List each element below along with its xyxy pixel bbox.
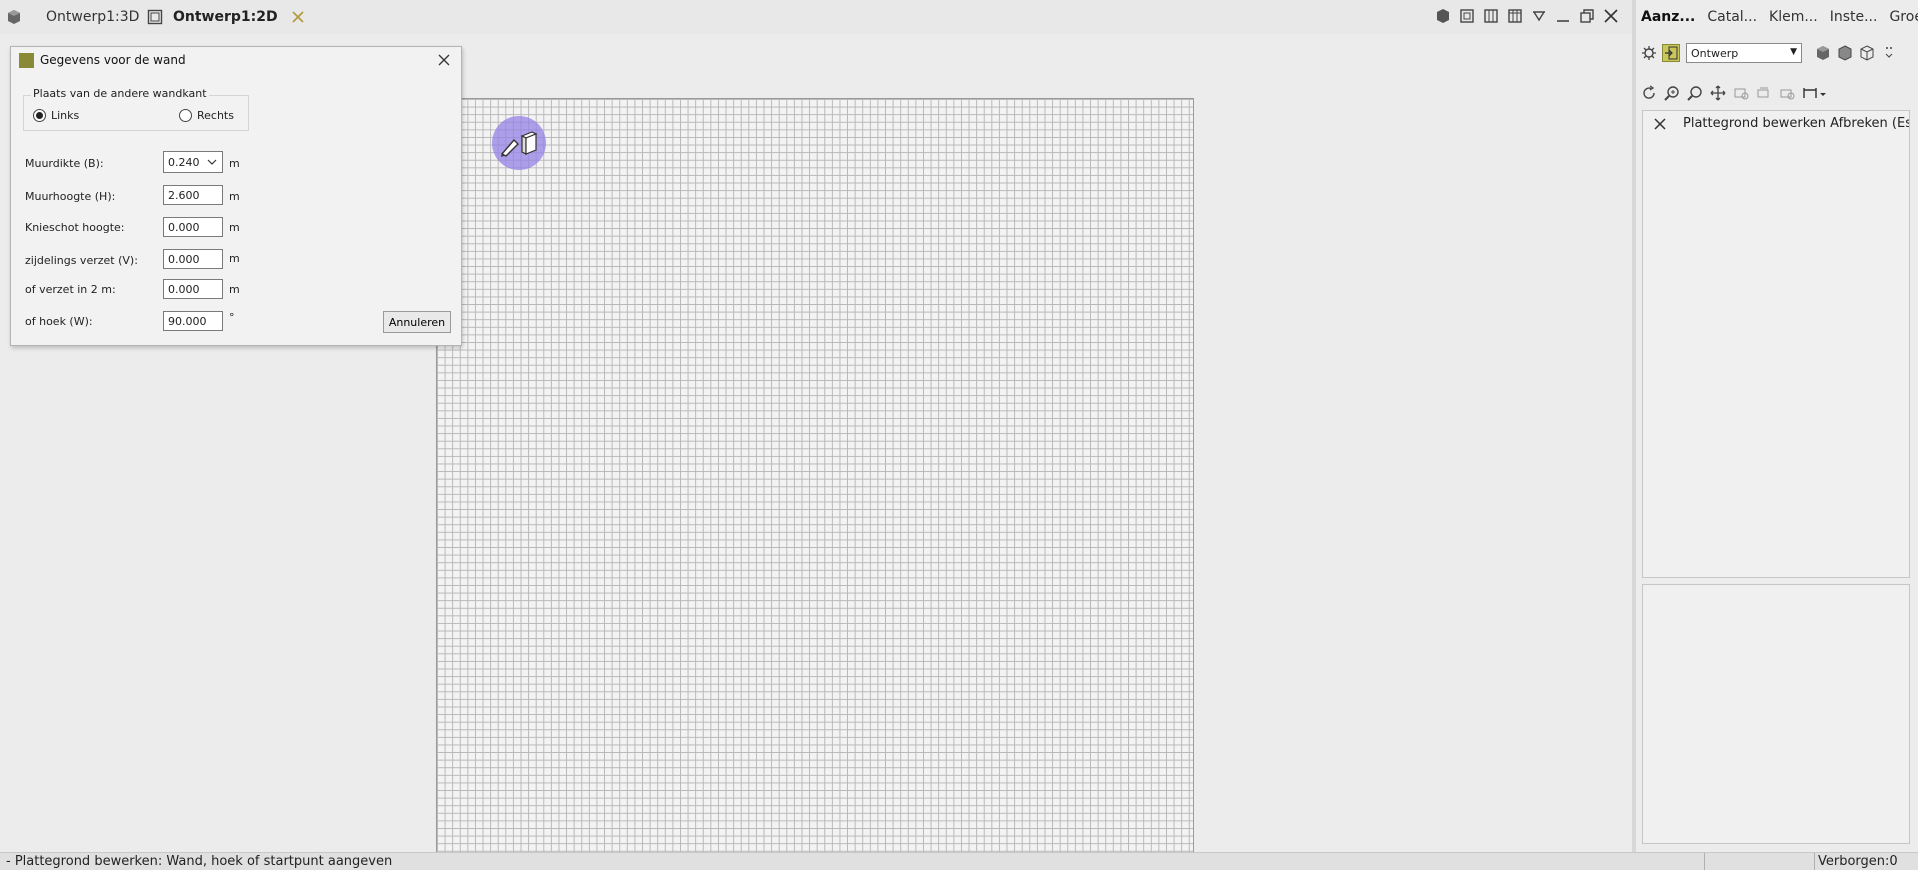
instruction-panel: Plattegrond bewerken Afbreken (Esc xyxy=(1642,110,1910,578)
view-mode-toolbar: Ontwerp ▼ xyxy=(1640,42,1916,64)
dialog-title: Gegevens voor de wand xyxy=(40,53,186,67)
close-icon[interactable] xyxy=(435,51,453,69)
wall-height-unit: m xyxy=(229,190,240,203)
radio-links[interactable]: Links xyxy=(33,109,79,122)
undo-view-icon[interactable] xyxy=(1755,84,1773,102)
gear-icon[interactable] xyxy=(1640,44,1658,62)
knee-wall-height-unit: m xyxy=(229,221,240,234)
navigation-toolbar xyxy=(1640,82,1916,104)
filter-dropdown-icon[interactable] xyxy=(1530,7,1548,25)
wall-draw-cursor-icon xyxy=(498,128,542,158)
status-message: - Plattegrond bewerken: Wand, hoek of st… xyxy=(6,854,393,869)
status-divider xyxy=(1814,853,1815,870)
offset-2m-unit: m xyxy=(229,283,240,296)
dimension-dropdown-icon[interactable] xyxy=(1801,84,1829,102)
single-view-icon[interactable] xyxy=(1458,7,1476,25)
cube-shaded-icon[interactable] xyxy=(1836,44,1854,62)
offset-2m-label: of verzet in 2 m: xyxy=(25,283,116,296)
cancel-button[interactable]: Annuleren xyxy=(383,311,451,333)
tab-aanzicht[interactable]: Aanz... xyxy=(1641,9,1695,25)
wall-height-label: Muurhoogte (H): xyxy=(25,190,116,203)
close-icon[interactable] xyxy=(1653,117,1667,131)
tab-groepen[interactable]: Groe... xyxy=(1889,9,1918,25)
properties-panel xyxy=(1642,584,1910,844)
tab-label: Ontwerp1:3D xyxy=(46,9,140,25)
chevron-down-icon: ▼ xyxy=(1790,47,1797,57)
split-columns-icon[interactable] xyxy=(1506,7,1524,25)
app-icon xyxy=(19,52,34,68)
radio-rechts[interactable]: Rechts xyxy=(179,109,234,122)
radio-links-label: Links xyxy=(51,109,80,122)
tab-catalogus[interactable]: Catal... xyxy=(1707,9,1757,25)
cube-wireframe-icon[interactable] xyxy=(1858,44,1876,62)
side-panel-tabs: Aanz... Catal... Klem... Inste... Groe..… xyxy=(1636,0,1918,34)
angle-unit: ° xyxy=(229,311,235,324)
status-bar: - Plattegrond bewerken: Wand, hoek of st… xyxy=(0,852,1918,870)
tab-ontwerp-2d[interactable]: Ontwerp1:2D xyxy=(147,0,306,34)
cube-solid-icon[interactable] xyxy=(1814,44,1832,62)
plan-view-icon xyxy=(147,9,163,25)
close-view-icon[interactable] xyxy=(1602,7,1620,25)
zoom-icon[interactable] xyxy=(1686,84,1704,102)
floorplan-grid[interactable] xyxy=(436,98,1194,856)
radio-rechts-label: Rechts xyxy=(197,109,234,122)
3d-view-icon[interactable] xyxy=(1434,7,1452,25)
status-divider xyxy=(1704,853,1705,870)
close-tab-icon[interactable] xyxy=(290,9,306,25)
lateral-offset-unit: m xyxy=(229,252,240,265)
more-options-icon[interactable] xyxy=(1880,44,1898,62)
wall-height-input[interactable]: 2.600 xyxy=(163,185,223,205)
wall-properties-dialog: Gegevens voor de wand Plaats van de ande… xyxy=(10,46,462,346)
angle-input[interactable]: 90.000 xyxy=(163,311,223,331)
redo-view-icon[interactable] xyxy=(1778,84,1796,102)
wall-thickness-unit: m xyxy=(229,157,240,170)
lateral-offset-label: zijdelings verzet (V): xyxy=(25,254,138,267)
pan-icon[interactable] xyxy=(1709,84,1727,102)
enter-mode-icon[interactable] xyxy=(1662,44,1680,62)
restore-icon[interactable] xyxy=(1578,7,1596,25)
dialog-title-bar[interactable]: Gegevens voor de wand xyxy=(11,47,461,73)
rotate-icon[interactable] xyxy=(1640,84,1658,102)
wall-thickness-label: Muurdikte (B): xyxy=(25,157,104,170)
cube-icon xyxy=(6,9,22,25)
instruction-text: Plattegrond bewerken Afbreken (Esc xyxy=(1683,116,1909,131)
tab-instellingen[interactable]: Inste... xyxy=(1830,9,1878,25)
hidden-count: Verborgen:0 xyxy=(1818,854,1898,869)
wall-thickness-value: 0.240 xyxy=(168,155,200,169)
side-panel: Aanz... Catal... Klem... Inste... Groe..… xyxy=(1636,0,1918,852)
radio-links-selected[interactable] xyxy=(33,109,46,122)
wall-thickness-select[interactable]: 0.240 xyxy=(163,151,223,173)
knee-wall-height-label: Knieschot hoogte: xyxy=(25,221,125,234)
document-tab-bar: Ontwerp1:3D Ontwerp1:2D xyxy=(0,0,1632,34)
knee-wall-height-input[interactable]: 0.000 xyxy=(163,217,223,237)
design-mode-value: Ontwerp xyxy=(1691,46,1739,60)
tab-klembord[interactable]: Klem... xyxy=(1769,9,1818,25)
split-horizontal-icon[interactable] xyxy=(1482,7,1500,25)
view-settings-icon[interactable] xyxy=(1732,84,1750,102)
lateral-offset-input[interactable]: 0.000 xyxy=(163,249,223,269)
zoom-window-icon[interactable] xyxy=(1663,84,1681,102)
radio-rechts-unselected[interactable] xyxy=(179,109,192,122)
chevron-down-icon xyxy=(206,156,218,168)
tab-ontwerp-3d[interactable]: Ontwerp1:3D xyxy=(6,0,139,34)
design-mode-select[interactable]: Ontwerp ▼ xyxy=(1686,43,1802,63)
wall-side-group-label: Plaats van de andere wandkant xyxy=(31,87,209,100)
offset-2m-input[interactable]: 0.000 xyxy=(163,279,223,299)
minimize-icon[interactable] xyxy=(1554,7,1572,25)
view-toolbar xyxy=(1434,7,1620,25)
tab-label: Ontwerp1:2D xyxy=(173,9,278,25)
angle-label: of hoek (W): xyxy=(25,315,93,328)
